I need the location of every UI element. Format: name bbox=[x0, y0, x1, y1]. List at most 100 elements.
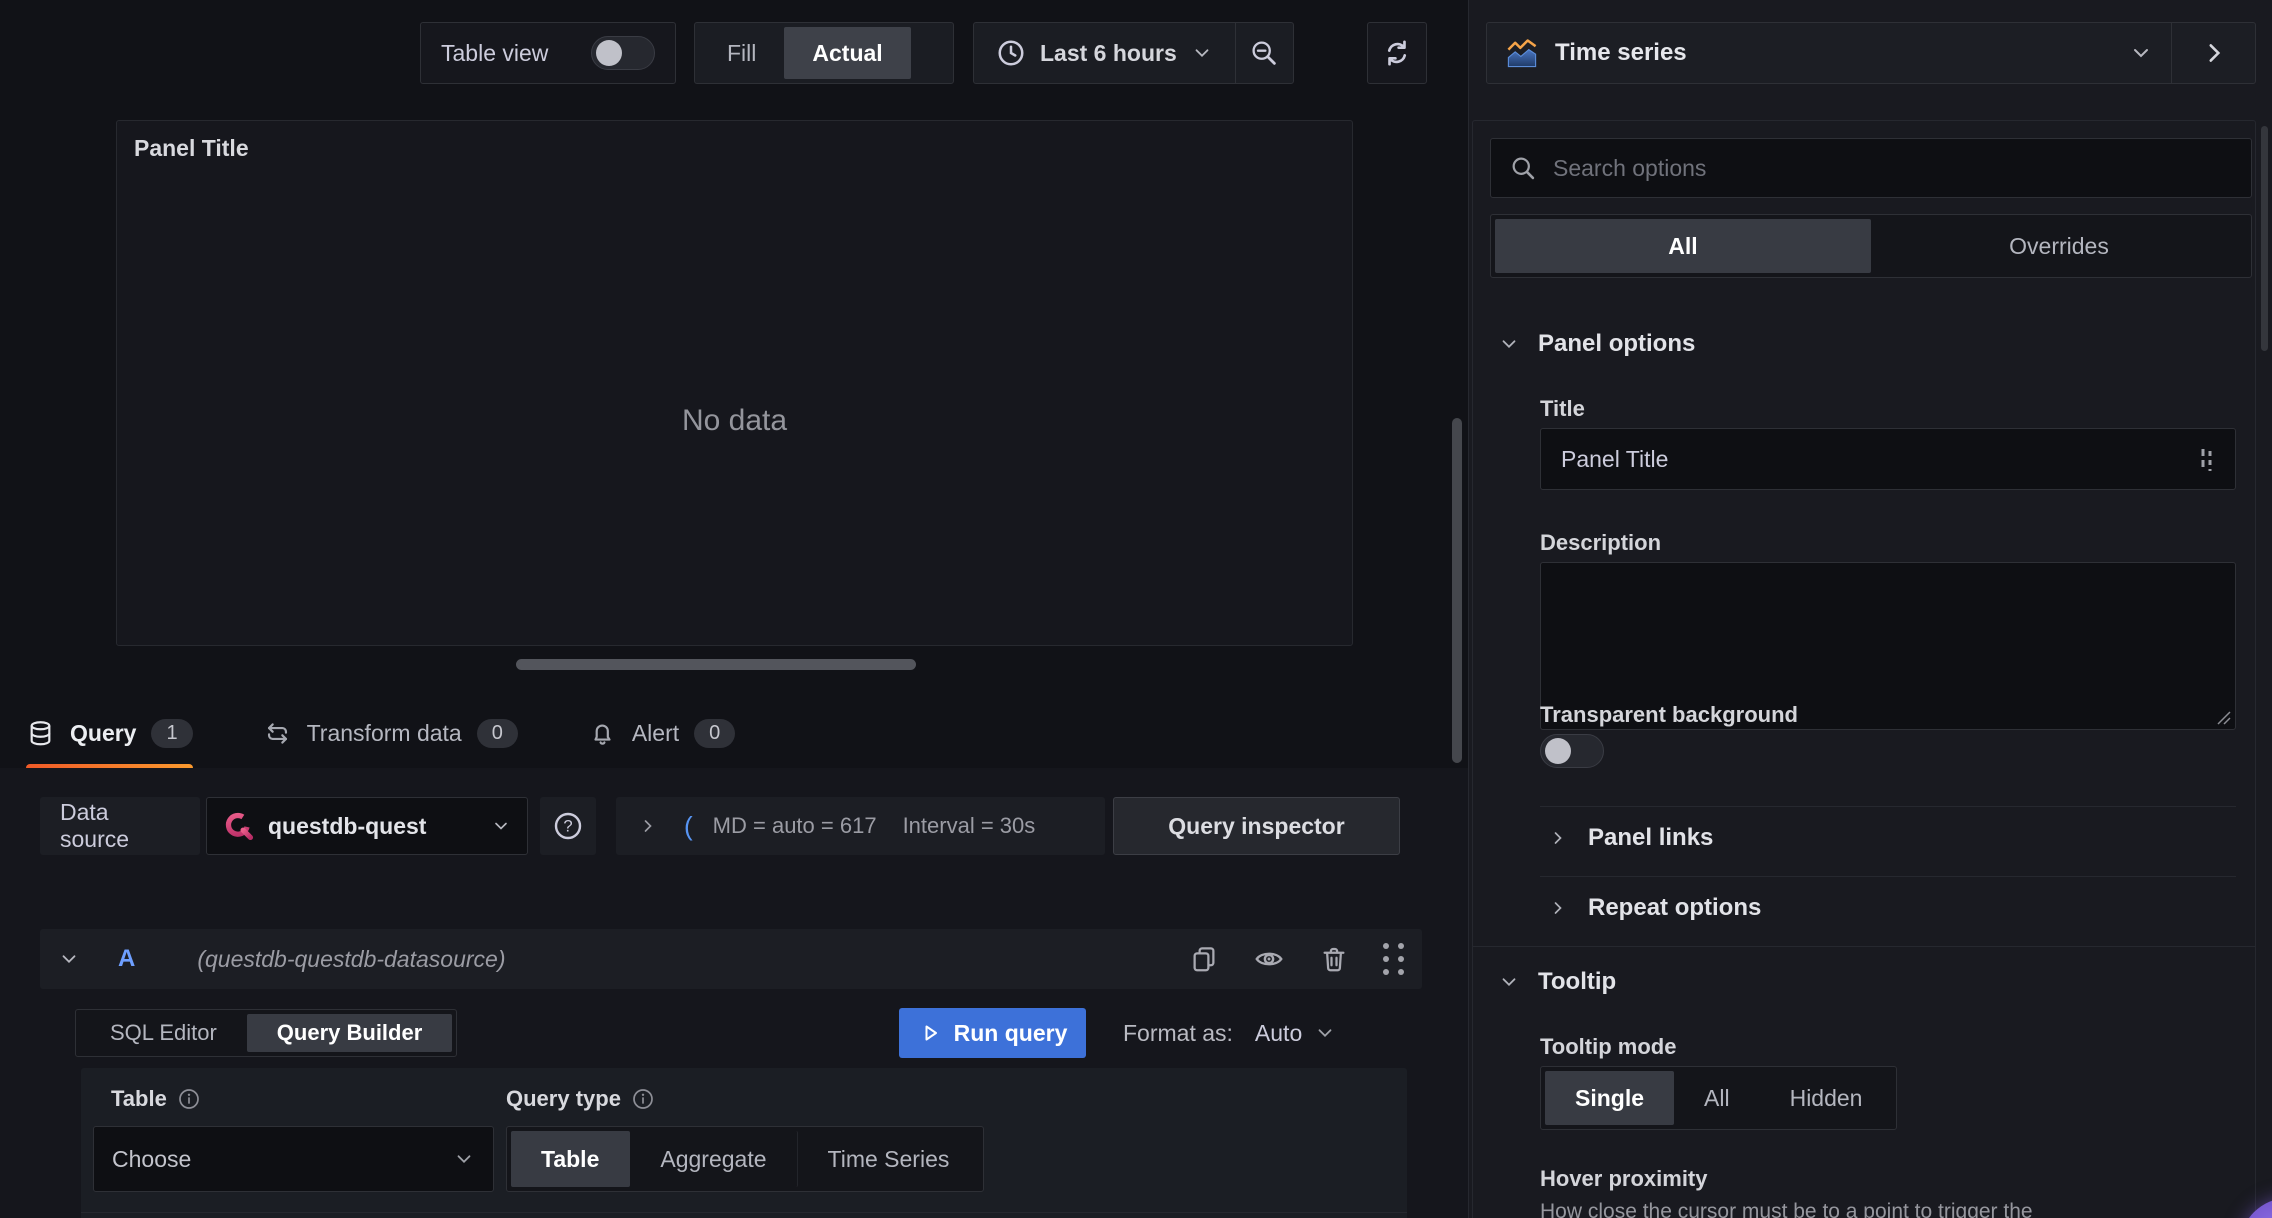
chevron-down-icon bbox=[1195, 49, 1209, 58]
table-view-label: Table view bbox=[441, 39, 549, 66]
tooltip-mode-single[interactable]: Single bbox=[1545, 1071, 1675, 1125]
collapse-pane-button[interactable] bbox=[2171, 23, 2255, 83]
filter-tab-all[interactable]: All bbox=[1495, 219, 1871, 273]
bell-icon bbox=[594, 724, 611, 745]
table-field-label: Table bbox=[111, 1086, 201, 1112]
repeat-options-section[interactable]: Repeat options bbox=[1548, 894, 1761, 922]
tab-transform-data[interactable]: Transform data 0 bbox=[263, 706, 518, 760]
datasource-picker[interactable]: questdb-quest bbox=[206, 797, 528, 855]
hover-proximity-help: How close the cursor must be to a point … bbox=[1540, 1200, 2033, 1218]
grafana-panel-editor: Table view Fill Actual Last 6 hours Pane… bbox=[0, 0, 2272, 1218]
query-inspector-button[interactable]: Query inspector bbox=[1113, 797, 1400, 855]
tab-query-label: Query bbox=[70, 719, 137, 746]
description-field-label: Description bbox=[1540, 530, 1662, 555]
chevron-down-icon bbox=[1502, 978, 1516, 987]
tab-transform-count: 0 bbox=[476, 718, 518, 748]
panel-title: Panel Title bbox=[134, 135, 249, 161]
query-type-table[interactable]: Table bbox=[511, 1131, 631, 1187]
table-view-toggle[interactable] bbox=[591, 36, 655, 70]
divider bbox=[1540, 876, 2236, 877]
tooltip-section-header[interactable]: Tooltip bbox=[1498, 968, 1616, 996]
tab-alert-count: 0 bbox=[694, 718, 736, 748]
tooltip-mode-all[interactable]: All bbox=[1674, 1071, 1760, 1125]
fill-option[interactable]: Fill bbox=[699, 27, 784, 79]
time-range-picker[interactable]: Last 6 hours bbox=[974, 23, 1235, 83]
variable-suggestions-icon[interactable] bbox=[2197, 446, 2217, 472]
title-input[interactable] bbox=[1559, 444, 2197, 474]
svg-text:?: ? bbox=[563, 817, 572, 836]
actual-option[interactable]: Actual bbox=[784, 27, 911, 79]
query-options-summary[interactable]: ( MD = auto = 617 Interval = 30s bbox=[616, 797, 1105, 855]
sql-editor-option[interactable]: SQL Editor bbox=[80, 1014, 247, 1052]
panel-links-section[interactable]: Panel links bbox=[1548, 824, 1713, 852]
tab-query[interactable]: Query 1 bbox=[26, 706, 193, 772]
max-data-points-stat: MD = auto = 617 bbox=[712, 813, 877, 838]
format-as-select[interactable]: Auto bbox=[1255, 1020, 1336, 1047]
tooltip-mode-hidden[interactable]: Hidden bbox=[1760, 1071, 1893, 1125]
transparent-bg-toggle[interactable] bbox=[1540, 734, 1604, 768]
query-builder-panel: Table Query type Choose Table Aggregate bbox=[81, 1068, 1407, 1218]
drag-handle-icon[interactable] bbox=[1383, 943, 1404, 975]
search-icon bbox=[1512, 157, 1535, 180]
tab-query-count: 1 bbox=[151, 718, 193, 748]
chevron-right-icon bbox=[1554, 832, 1562, 844]
table-view-control: Table view bbox=[420, 22, 676, 84]
query-type-field-label: Query type bbox=[506, 1086, 655, 1112]
options-search-input[interactable] bbox=[1551, 153, 2233, 183]
query-row-header[interactable]: A (questdb-questdb-datasource) bbox=[40, 929, 1422, 989]
zoom-out-time-button[interactable] bbox=[1234, 23, 1293, 83]
options-search[interactable] bbox=[1490, 138, 2252, 198]
editor-mode-switch: SQL Editor Query Builder bbox=[75, 1009, 458, 1057]
database-icon bbox=[30, 720, 51, 745]
no-data-message: No data bbox=[681, 404, 788, 437]
table-field-label-text: Table bbox=[111, 1086, 167, 1111]
repeat-options-label: Repeat options bbox=[1588, 894, 1762, 921]
vertical-scrollbar[interactable] bbox=[1452, 418, 1462, 763]
title-field-label: Title bbox=[1540, 396, 1585, 421]
visualization-name: Time series bbox=[1555, 39, 1687, 66]
run-query-button[interactable]: Run query bbox=[899, 1008, 1086, 1058]
toggle-knob bbox=[1545, 738, 1571, 764]
tab-alert[interactable]: Alert 0 bbox=[588, 706, 736, 760]
panel-links-label: Panel links bbox=[1588, 824, 1714, 851]
query-builder-option[interactable]: Query Builder bbox=[246, 1014, 453, 1052]
panel-options-heading: Panel options bbox=[1538, 330, 1696, 357]
collapse-chevron-icon[interactable] bbox=[58, 948, 80, 970]
options-filter-tabs: All Overrides bbox=[1490, 214, 2252, 278]
datasource-help-button[interactable]: ? bbox=[540, 797, 596, 855]
filter-tab-overrides[interactable]: Overrides bbox=[1871, 219, 2247, 273]
resize-handle-icon[interactable] bbox=[2215, 709, 2231, 725]
hide-response-eye-icon[interactable] bbox=[1253, 943, 1285, 975]
format-as-control: Format as: Auto bbox=[1123, 1008, 1336, 1058]
table-select[interactable]: Choose bbox=[93, 1126, 494, 1192]
query-type-aggregate[interactable]: Aggregate bbox=[630, 1131, 798, 1187]
delete-query-trash-icon[interactable] bbox=[1319, 944, 1349, 974]
info-circle-icon bbox=[178, 1089, 199, 1109]
chevron-down-icon bbox=[2134, 49, 2148, 58]
chevron-right-icon bbox=[644, 820, 652, 832]
info-circle-icon bbox=[633, 1089, 653, 1109]
zoom-out-icon bbox=[1252, 41, 1277, 65]
section-divider bbox=[1473, 946, 2255, 947]
query-type-time-series[interactable]: Time Series bbox=[798, 1131, 980, 1187]
format-as-label: Format as: bbox=[1123, 1019, 1233, 1046]
query-datasource-note: (questdb-questdb-datasource) bbox=[197, 945, 506, 972]
panel-options-section-header[interactable]: Panel options bbox=[1498, 330, 1695, 358]
refresh-button[interactable] bbox=[1367, 22, 1427, 84]
pane-scrollbar[interactable] bbox=[2261, 126, 2268, 351]
tab-alert-label: Alert bbox=[631, 719, 680, 746]
horizontal-scrollbar[interactable] bbox=[516, 659, 916, 670]
loading-spinner-glyph: ( bbox=[684, 810, 693, 841]
chevron-right-icon bbox=[1554, 902, 1562, 914]
title-field bbox=[1540, 428, 2236, 490]
panel-preview: Panel Title No data bbox=[116, 120, 1353, 646]
chevron-down-icon bbox=[495, 822, 507, 830]
time-range-group: Last 6 hours bbox=[973, 22, 1294, 84]
chevron-down-icon bbox=[457, 1155, 471, 1164]
visualization-select[interactable]: Time series bbox=[1487, 23, 2171, 83]
questdb-logo-icon bbox=[225, 812, 254, 841]
fill-actual-switch: Fill Actual bbox=[694, 22, 954, 84]
chevron-right-icon bbox=[2208, 44, 2220, 62]
hover-proximity-label: Hover proximity bbox=[1540, 1166, 1708, 1191]
duplicate-query-icon[interactable] bbox=[1189, 944, 1219, 974]
